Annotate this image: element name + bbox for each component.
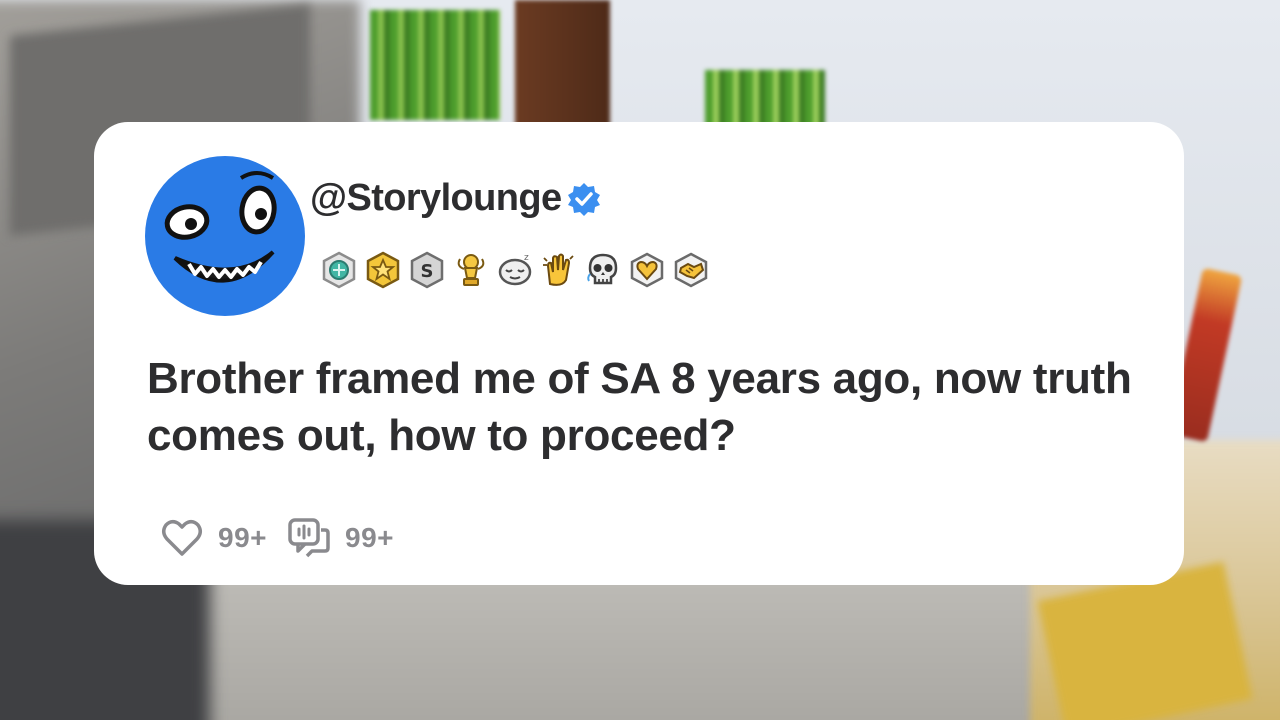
skull-award-icon[interactable] xyxy=(584,250,622,290)
sleepy-face-award-icon[interactable]: z xyxy=(496,250,534,290)
teal-gem-award-icon[interactable] xyxy=(320,250,358,290)
gold-trophy-award-icon[interactable] xyxy=(452,250,490,290)
grass-patch xyxy=(370,10,500,120)
tree-trunk xyxy=(515,0,610,140)
gold-star-award-icon[interactable] xyxy=(364,250,402,290)
comment-button[interactable]: 99+ xyxy=(285,514,394,562)
gold-heart-award-icon[interactable] xyxy=(628,250,666,290)
heart-icon xyxy=(162,520,202,556)
username-text: @Storylounge xyxy=(310,177,562,219)
svg-text:z: z xyxy=(524,253,529,263)
post-title[interactable]: Brother framed me of SA 8 years ago, now… xyxy=(147,350,1167,464)
post-card: @Storylounge S z Brother framed me of SA… xyxy=(94,122,1184,585)
like-count: 99+ xyxy=(218,522,267,553)
handshake-award-icon[interactable] xyxy=(672,250,710,290)
grass-patch xyxy=(705,70,825,130)
comment-count: 99+ xyxy=(345,522,394,553)
avatar[interactable] xyxy=(145,156,305,316)
post-stats: 99+ 99+ xyxy=(158,514,412,562)
like-button[interactable]: 99+ xyxy=(158,514,267,562)
silver-s-award-icon[interactable]: S xyxy=(408,250,446,290)
verified-badge-icon xyxy=(566,181,602,217)
svg-text:S: S xyxy=(421,261,434,282)
username[interactable]: @Storylounge xyxy=(310,177,602,220)
clapping-hands-award-icon[interactable] xyxy=(540,250,578,290)
comment-icon xyxy=(288,518,330,558)
award-badges: S z xyxy=(320,250,710,290)
